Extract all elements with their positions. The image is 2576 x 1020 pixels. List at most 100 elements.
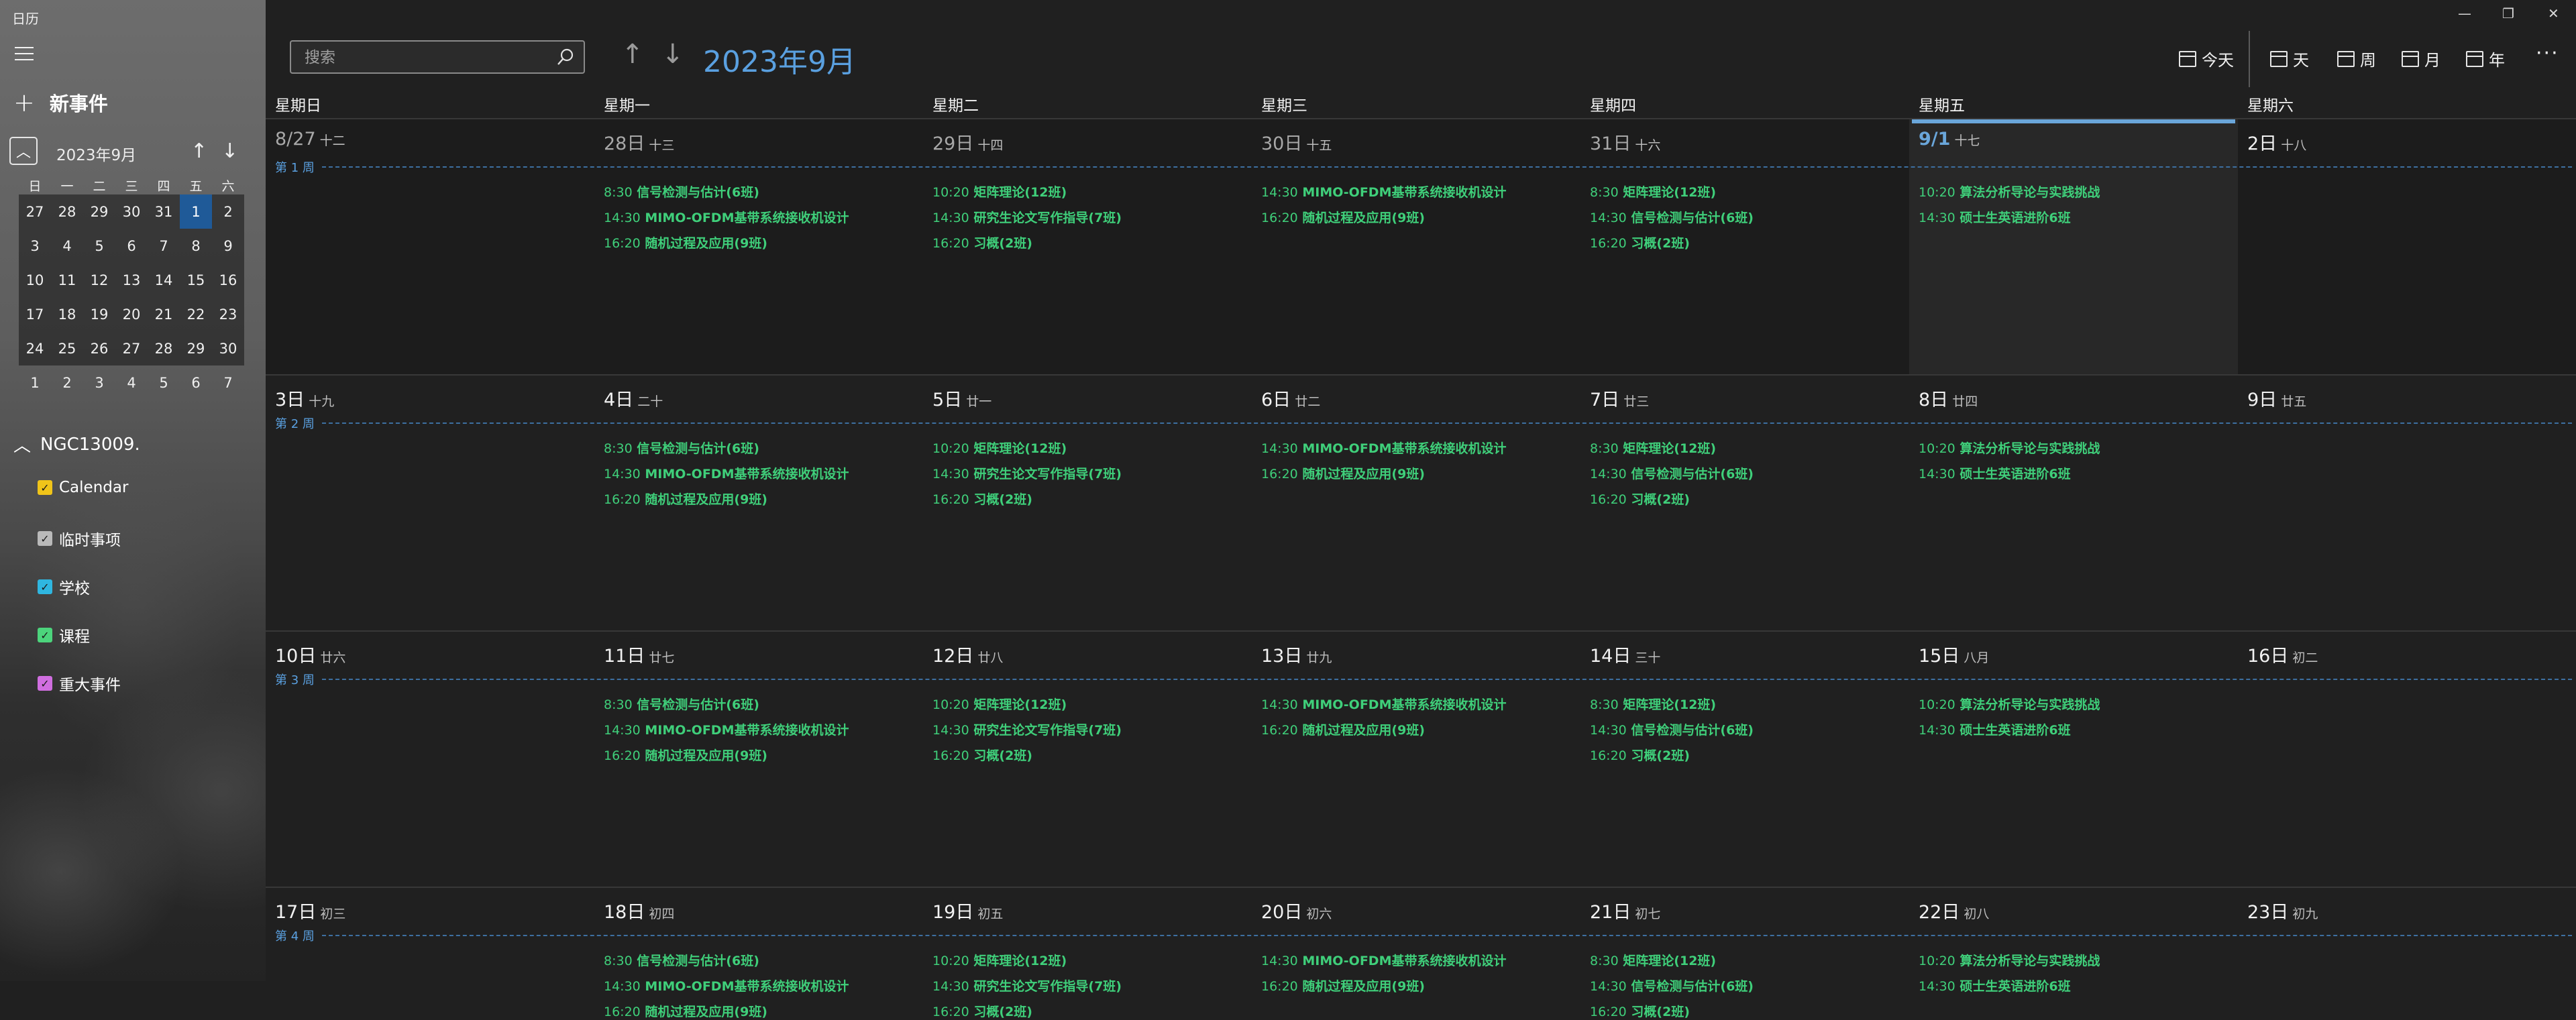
mini-calendar-day[interactable]: 2 <box>51 365 83 400</box>
view-button-2[interactable]: 天 <box>2270 47 2309 70</box>
mini-calendar-day[interactable]: 28 <box>51 194 83 229</box>
mini-calendar-day[interactable]: 25 <box>51 331 83 365</box>
mini-calendar-day[interactable]: 18 <box>51 297 83 331</box>
calendar-event[interactable]: 10:20 算法分析导论与实践挑战 <box>1919 182 2100 201</box>
calendar-event[interactable]: 10:20 算法分析导论与实践挑战 <box>1919 951 2100 969</box>
calendar-event[interactable]: 10:20 矩阵理论(12班) <box>932 951 1067 969</box>
calendar-event[interactable]: 14:30 硕士生英语进阶6班 <box>1919 208 2071 226</box>
minimize-button[interactable]: — <box>2458 5 2471 21</box>
mini-calendar-day[interactable]: 21 <box>148 297 180 331</box>
calendar-event[interactable]: 8:30 矩阵理论(12班) <box>1590 439 1716 457</box>
calendar-event[interactable]: 16:20 习概(2班) <box>932 1002 1032 1020</box>
calendar-item[interactable]: ✓ 临时事项 <box>38 527 121 550</box>
checkbox-checked-icon[interactable]: ✓ <box>38 676 52 691</box>
calendar-event[interactable]: 14:30 信号检测与估计(6班) <box>1590 976 1754 995</box>
mini-calendar-day[interactable]: 3 <box>83 365 115 400</box>
day-cell[interactable] <box>1909 376 2238 632</box>
view-button-3[interactable]: 周 <box>2337 47 2376 70</box>
calendar-event[interactable]: 14:30 MIMO-OFDM基带系统接收机设计 <box>1261 951 1506 969</box>
calendar-event[interactable]: 8:30 矩阵理论(12班) <box>1590 182 1716 201</box>
view-button-4[interactable]: 月 <box>2402 47 2440 70</box>
day-cell[interactable] <box>1909 119 2238 376</box>
mini-calendar-day[interactable]: 8 <box>180 229 212 263</box>
mini-calendar-day[interactable]: 1 <box>19 365 51 400</box>
calendar-event[interactable]: 10:20 矩阵理论(12班) <box>932 439 1067 457</box>
mini-calendar-day[interactable]: 30 <box>115 194 148 229</box>
mini-calendar-day[interactable]: 29 <box>180 331 212 365</box>
calendar-event[interactable]: 8:30 矩阵理论(12班) <box>1590 695 1716 713</box>
calendar-event[interactable]: 14:30 研究生论文写作指导(7班) <box>932 208 1122 226</box>
mini-calendar-day[interactable]: 20 <box>115 297 148 331</box>
calendar-event[interactable]: 14:30 硕士生英语进阶6班 <box>1919 720 2071 738</box>
day-cell[interactable] <box>2238 376 2567 632</box>
calendar-event[interactable]: 14:30 信号检测与估计(6班) <box>1590 720 1754 738</box>
new-event-button[interactable]: + 新事件 <box>13 89 108 117</box>
calendar-event[interactable]: 14:30 MIMO-OFDM基带系统接收机设计 <box>1261 439 1506 457</box>
mini-calendar-day[interactable]: 23 <box>212 297 244 331</box>
mini-calendar-day[interactable]: 27 <box>115 331 148 365</box>
calendar-item[interactable]: ✓ 课程 <box>38 624 90 646</box>
mini-calendar-day[interactable]: 28 <box>148 331 180 365</box>
mini-calendar-day[interactable]: 10 <box>19 263 51 297</box>
mini-calendar-next-button[interactable]: ↓ <box>221 139 238 163</box>
day-cell[interactable] <box>266 376 594 632</box>
calendar-event[interactable]: 16:20 随机过程及应用(9班) <box>604 746 767 764</box>
checkbox-checked-icon[interactable]: ✓ <box>38 628 52 642</box>
checkbox-checked-icon[interactable]: ✓ <box>38 579 52 594</box>
calendar-event[interactable]: 16:20 随机过程及应用(9班) <box>1261 208 1425 226</box>
mini-calendar-prev-button[interactable]: ↑ <box>191 139 207 163</box>
mini-calendar-day[interactable]: 3 <box>19 229 51 263</box>
calendar-event[interactable]: 10:20 算法分析导论与实践挑战 <box>1919 439 2100 457</box>
calendar-event[interactable]: 16:20 随机过程及应用(9班) <box>1261 464 1425 482</box>
mini-calendar-day[interactable]: 24 <box>19 331 51 365</box>
calendar-event[interactable]: 8:30 信号检测与估计(6班) <box>604 951 759 969</box>
calendar-event[interactable]: 10:20 矩阵理论(12班) <box>932 182 1067 201</box>
mini-calendar-day[interactable]: 5 <box>148 365 180 400</box>
calendar-event[interactable]: 16:20 习概(2班) <box>1590 233 1690 251</box>
mini-calendar-day[interactable]: 12 <box>83 263 115 297</box>
day-cell[interactable] <box>266 632 594 888</box>
mini-calendar-day[interactable]: 1 <box>180 194 212 229</box>
calendar-event[interactable]: 16:20 随机过程及应用(9班) <box>1261 976 1425 995</box>
mini-calendar-day[interactable]: 29 <box>83 194 115 229</box>
calendar-event[interactable]: 10:20 算法分析导论与实践挑战 <box>1919 695 2100 713</box>
calendar-item[interactable]: ✓ Calendar <box>38 479 128 496</box>
view-button-5[interactable]: 年 <box>2466 47 2505 70</box>
mini-calendar-day[interactable]: 19 <box>83 297 115 331</box>
calendar-event[interactable]: 16:20 习概(2班) <box>932 746 1032 764</box>
mini-calendar-day[interactable]: 31 <box>148 194 180 229</box>
mini-calendar-day[interactable]: 14 <box>148 263 180 297</box>
mini-calendar-day[interactable]: 7 <box>212 365 244 400</box>
calendar-event[interactable]: 8:30 信号检测与估计(6班) <box>604 182 759 201</box>
mini-calendar-day[interactable]: 6 <box>115 229 148 263</box>
day-cell[interactable] <box>1252 632 1580 888</box>
calendar-event[interactable]: 16:20 习概(2班) <box>932 490 1032 508</box>
calendar-event[interactable]: 14:30 MIMO-OFDM基带系统接收机设计 <box>604 976 849 995</box>
mini-calendar-day[interactable]: 4 <box>51 229 83 263</box>
day-cell[interactable] <box>1909 632 2238 888</box>
mini-calendar-day[interactable]: 2 <box>212 194 244 229</box>
mini-calendar-day[interactable]: 9 <box>212 229 244 263</box>
prev-month-button[interactable]: ↑ <box>621 39 644 70</box>
day-cell[interactable] <box>1252 376 1580 632</box>
calendar-event[interactable]: 16:20 习概(2班) <box>1590 746 1690 764</box>
more-options-button[interactable]: ··· <box>2536 42 2559 65</box>
mini-calendar-day[interactable]: 13 <box>115 263 148 297</box>
calendar-event[interactable]: 16:20 随机过程及应用(9班) <box>604 233 767 251</box>
mini-calendar-day[interactable]: 16 <box>212 263 244 297</box>
calendar-event[interactable]: 14:30 硕士生英语进阶6班 <box>1919 464 2071 482</box>
checkbox-checked-icon[interactable]: ✓ <box>38 480 52 495</box>
close-button[interactable]: ✕ <box>2548 5 2559 21</box>
hamburger-menu-icon[interactable] <box>15 47 34 60</box>
calendar-event[interactable]: 14:30 研究生论文写作指导(7班) <box>932 464 1122 482</box>
calendar-event[interactable]: 8:30 信号检测与估计(6班) <box>604 695 759 713</box>
mini-calendar-day[interactable]: 7 <box>148 229 180 263</box>
search-input[interactable] <box>291 42 547 74</box>
calendar-event[interactable]: 14:30 研究生论文写作指导(7班) <box>932 720 1122 738</box>
calendar-event[interactable]: 16:20 随机过程及应用(9班) <box>1261 720 1425 738</box>
mini-calendar-day[interactable]: 17 <box>19 297 51 331</box>
mini-calendar-day[interactable]: 30 <box>212 331 244 365</box>
mini-calendar-day[interactable]: 15 <box>180 263 212 297</box>
calendar-event[interactable]: 14:30 MIMO-OFDM基带系统接收机设计 <box>1261 695 1506 713</box>
mini-calendar-collapse-button[interactable]: ︿ <box>9 137 38 165</box>
